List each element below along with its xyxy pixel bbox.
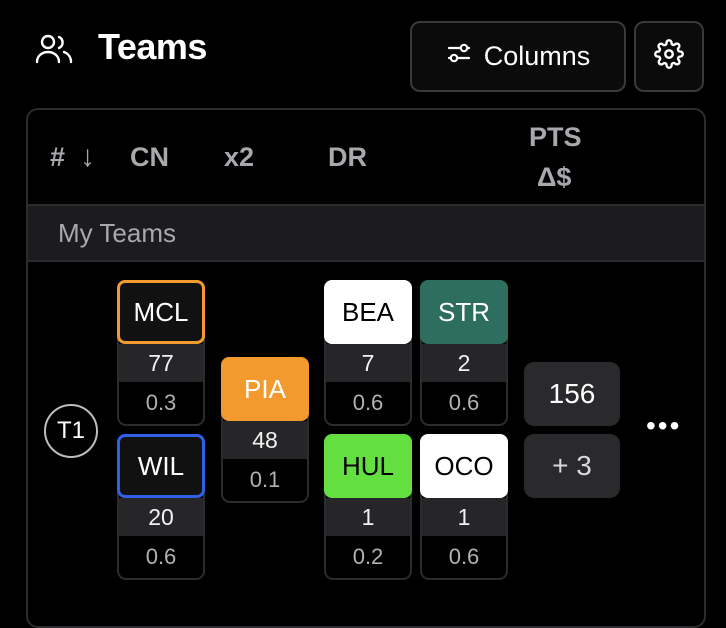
driver-points: 2: [422, 344, 506, 382]
driver-code: OCO: [420, 434, 508, 498]
more-options-button[interactable]: •••: [646, 410, 681, 442]
page-title: Teams: [98, 26, 207, 67]
delta-column-header[interactable]: Δ$: [537, 162, 571, 193]
constructor-price-change: 0.6: [145, 544, 177, 569]
constructor-price-change: 0.3: [145, 390, 177, 415]
x2-driver-card[interactable]: PIA 48 0.1: [221, 357, 309, 503]
total-points: 156: [524, 362, 620, 426]
sort-descending-icon[interactable]: ↓: [80, 140, 95, 174]
driver-code: PIA: [221, 357, 309, 421]
driver-code: STR: [420, 280, 508, 344]
cn-column-header[interactable]: CN: [130, 142, 169, 173]
teams-table: # ↓ CN x2 DR PTS Δ$ My Teams T1 MCL 77 0…: [26, 108, 706, 628]
constructor-points: 20: [119, 498, 203, 536]
constructor-code: WIL: [117, 434, 205, 498]
driver-card-1[interactable]: BEA 7 0.6: [324, 280, 412, 426]
sliders-icon: [446, 40, 472, 73]
constructor-code: MCL: [117, 280, 205, 344]
constructor-points: 77: [119, 344, 203, 382]
section-my-teams: My Teams: [28, 204, 704, 262]
gear-icon: [654, 39, 684, 74]
driver-code: HUL: [324, 434, 412, 498]
driver-points: 1: [326, 498, 410, 536]
driver-price-change: 0.2: [352, 544, 384, 569]
pts-column-header[interactable]: PTS: [529, 122, 582, 153]
driver-price-change: 0.6: [448, 544, 480, 569]
total-price-change: + 3: [524, 434, 620, 498]
driver-card-3[interactable]: HUL 1 0.2: [324, 434, 412, 580]
rank-column-header[interactable]: #: [50, 142, 65, 173]
constructor-card-1[interactable]: MCL 77 0.3: [117, 280, 205, 426]
driver-code: BEA: [324, 280, 412, 344]
driver-card-4[interactable]: OCO 1 0.6: [420, 434, 508, 580]
driver-price-change: 0.6: [448, 390, 480, 415]
columns-button[interactable]: Columns: [410, 21, 626, 92]
driver-points: 1: [422, 498, 506, 536]
team-badge[interactable]: T1: [44, 404, 98, 458]
columns-button-label: Columns: [483, 41, 591, 71]
dr-column-header[interactable]: DR: [328, 142, 367, 173]
driver-card-2[interactable]: STR 2 0.6: [420, 280, 508, 426]
driver-price-change: 0.1: [249, 467, 281, 492]
x2-column-header[interactable]: x2: [224, 142, 254, 173]
settings-button[interactable]: [634, 21, 704, 92]
constructor-card-2[interactable]: WIL 20 0.6: [117, 434, 205, 580]
driver-points: 48: [223, 421, 307, 459]
driver-price-change: 0.6: [352, 390, 384, 415]
driver-points: 7: [326, 344, 410, 382]
users-icon: [34, 30, 74, 70]
